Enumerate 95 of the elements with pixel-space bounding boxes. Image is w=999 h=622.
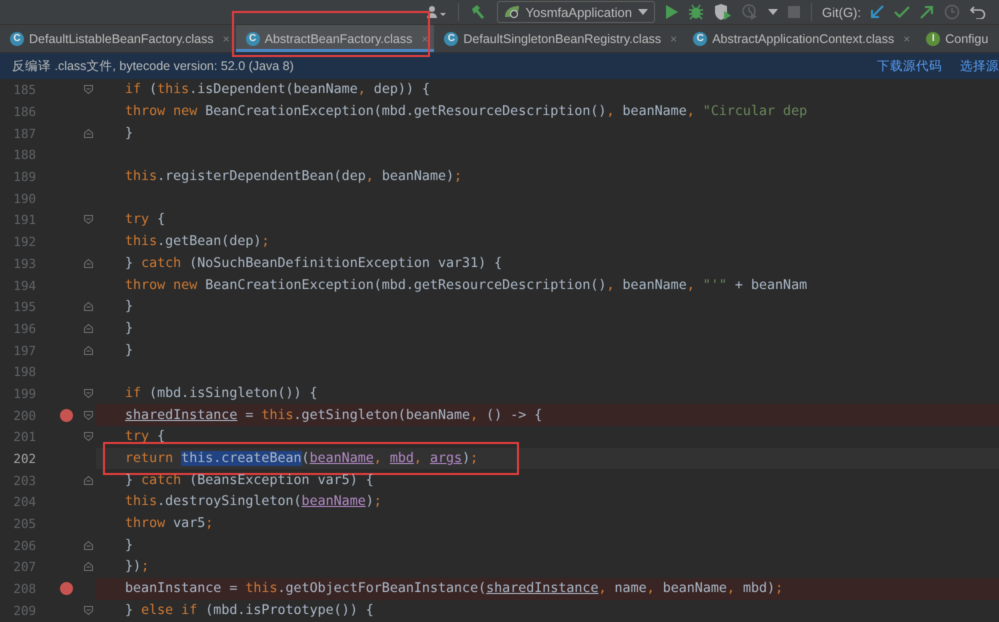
code-line: if (this.isDependent(beanName, dep)) {: [125, 82, 430, 98]
undo-icon[interactable]: [970, 5, 986, 19]
code-line: beanInstance = this.getObjectForBeanInstance(sharedInstance, name, beanName, mbd);: [125, 581, 784, 596]
caret-icon: [638, 9, 648, 15]
fold-icon[interactable]: [84, 346, 92, 355]
close-icon[interactable]: ×: [670, 32, 678, 46]
code-line: this.registerDependentBean(dep, beanName);: [125, 169, 462, 184]
file-type-icon: C: [246, 32, 260, 46]
code-line: try {: [125, 212, 166, 228]
code-line: throw new BeanCreationException(mbd.getResourceDescription(), beanName, "'" + beanNam: [125, 278, 808, 293]
editor-tab[interactable]: C DefaultSingletonBeanRegistry.class ×: [434, 25, 684, 52]
line-number: 201: [12, 429, 37, 444]
line-number: 205: [12, 516, 37, 532]
user-dropdown-icon[interactable]: [426, 5, 447, 19]
line-number: 208: [12, 581, 37, 596]
fold-icon[interactable]: [84, 85, 92, 94]
breakpoint-icon[interactable]: [60, 582, 72, 596]
code-line: this.destroySingleton(beanName);: [125, 494, 382, 510]
caret-icon[interactable]: [768, 9, 778, 15]
code-line: }: [125, 299, 134, 314]
fold-icon[interactable]: [84, 476, 92, 485]
line-number: 192: [12, 234, 37, 250]
line-number: 206: [12, 538, 37, 553]
close-icon[interactable]: ×: [222, 32, 230, 46]
code-line: } catch (NoSuchBeanDefinitionException var31) {: [125, 256, 502, 271]
editor-tab[interactable]: I Configu: [916, 25, 994, 52]
line-number: 198: [12, 364, 37, 380]
line-number: 197: [12, 342, 37, 358]
code-line: throw new BeanCreationException(mbd.getResourceDescription(), beanName, "Circular dep: [125, 104, 808, 120]
line-number: 190: [12, 190, 37, 206]
hammer-icon[interactable]: [470, 4, 486, 20]
fold-icon[interactable]: [84, 410, 92, 420]
line-number: 199: [12, 386, 37, 401]
fold-icon[interactable]: [84, 128, 92, 138]
line-number: 193: [12, 256, 37, 271]
arrow-up-right-icon[interactable]: [920, 5, 934, 19]
run-icon[interactable]: [666, 5, 678, 19]
fold-icon[interactable]: [84, 432, 92, 442]
line-number: 207: [12, 559, 37, 574]
shield-run-icon[interactable]: [714, 4, 732, 20]
clock-icon[interactable]: [944, 4, 960, 20]
line-number: 186: [12, 104, 37, 120]
file-type-icon: I: [926, 32, 940, 46]
line-number: 200: [12, 408, 37, 423]
bug-icon[interactable]: [688, 4, 704, 20]
editor-tab[interactable]: C AbstractBeanFactory.class ×: [236, 25, 434, 52]
line-number: 194: [12, 278, 37, 293]
line-number: 189: [12, 169, 37, 184]
code-line: });: [125, 559, 150, 574]
code-line: throw var5;: [125, 516, 214, 532]
code-line: try {: [125, 429, 166, 444]
file-type-icon: C: [10, 32, 24, 46]
run-configuration-dropdown[interactable]: YosmfaApplication: [496, 1, 655, 23]
line-number: 196: [12, 320, 37, 336]
line-number: 203: [12, 472, 37, 488]
code-line: this.getBean(dep);: [125, 234, 270, 250]
line-number: 185: [12, 82, 37, 98]
code-line: }: [125, 342, 134, 358]
close-icon[interactable]: ×: [903, 32, 910, 46]
fold-icon[interactable]: [84, 562, 92, 572]
code-line: } catch (BeansException var5) {: [125, 472, 374, 488]
code-line: sharedInstance = this.getSingleton(beanName, () -> {: [125, 408, 542, 423]
decompiled-notice: 反编译 .class文件, bytecode version: 52.0 (Java 8): [12, 58, 294, 72]
banner-link[interactable]: 选择源: [960, 58, 999, 74]
fold-icon[interactable]: [84, 606, 92, 615]
line-number: 209: [12, 602, 37, 618]
editor-tab[interactable]: C AbstractApplicationContext.class ×: [683, 25, 916, 52]
fold-icon[interactable]: [84, 324, 92, 333]
leaf-icon: [504, 5, 520, 19]
file-type-icon: C: [693, 32, 708, 46]
banner-link[interactable]: 下载源代码: [877, 58, 942, 74]
line-number: 195: [12, 299, 37, 314]
code-line: }: [125, 320, 134, 336]
fold-icon[interactable]: [84, 302, 92, 312]
line-number: 202: [12, 451, 37, 466]
code-line: }: [125, 126, 134, 141]
fold-icon[interactable]: [84, 258, 92, 268]
fold-icon[interactable]: [84, 540, 92, 550]
arrow-down-left-icon[interactable]: [870, 5, 884, 19]
code-line: }: [125, 538, 134, 553]
file-type-icon: C: [444, 32, 458, 46]
fold-icon[interactable]: [84, 215, 92, 224]
editor-tab[interactable]: C DefaultListableBeanFactory.class ×: [0, 25, 236, 52]
line-number: 191: [12, 212, 37, 228]
line-number: 187: [12, 126, 37, 141]
fold-icon[interactable]: [84, 388, 92, 398]
profiler-icon[interactable]: [742, 4, 758, 20]
line-number: 204: [12, 494, 37, 510]
line-number: 188: [12, 147, 37, 162]
code-line: if (mbd.isSingleton()) {: [125, 386, 318, 401]
check-icon[interactable]: [894, 6, 910, 18]
code-line: } else if (mbd.isPrototype()) {: [125, 602, 374, 618]
code-line: return this.createBean(beanName, mbd, args);: [125, 451, 478, 466]
breakpoint-icon[interactable]: [60, 408, 72, 422]
git-label: Git(G):: [822, 4, 861, 20]
